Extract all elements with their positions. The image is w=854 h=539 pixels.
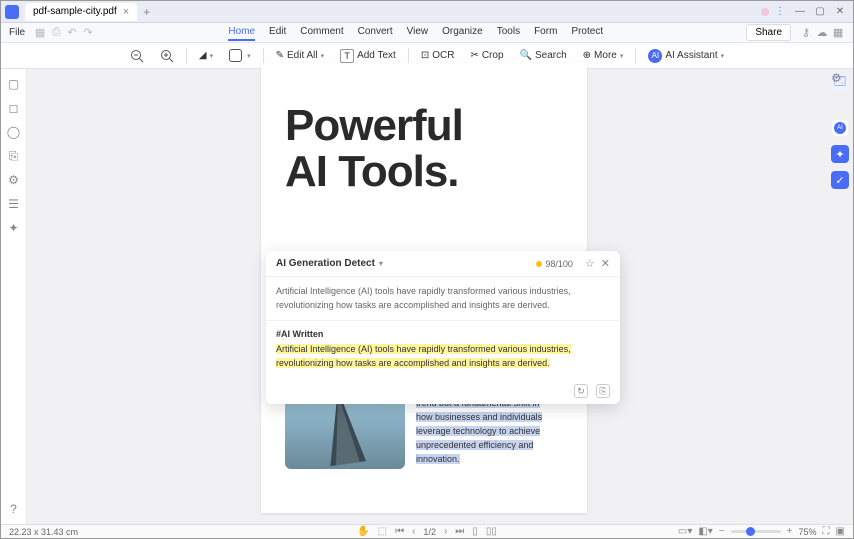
tab-home[interactable]: Home — [228, 24, 255, 41]
statusbar: 22.23 x 31.43 cm ✋ ⬚ ⏮ ‹ 1/2 › ⏭ ▯ ▯▯ ▭▾… — [1, 524, 853, 538]
app-icon — [5, 5, 19, 19]
page-nav: ✋ ⬚ ⏮ ‹ 1/2 › ⏭ ▯ ▯▯ — [357, 526, 497, 537]
ai-detect-popup: AI Generation Detect ▾ 98/100 ☆ ✕ Artifi… — [266, 251, 620, 404]
menubar: File ▦ ⎙ ↶ ↷ Home Edit Comment Convert V… — [1, 23, 853, 43]
popup-summary: Artificial Intelligence (AI) tools have … — [266, 277, 620, 321]
crop-button[interactable]: ✂ Crop — [466, 48, 507, 63]
tab-convert[interactable]: Convert — [358, 24, 393, 41]
window-controls: ⋮ — ▢ ✕ — [761, 3, 849, 21]
apps-icon[interactable]: ▦ — [831, 26, 845, 40]
tab-form[interactable]: Form — [534, 24, 557, 41]
panel-settings-icon[interactable]: ⚙ — [831, 71, 845, 85]
zoom-controls: ▭▾ ◧▾ − + 75% ⛶ ▣ — [678, 526, 845, 537]
fullscreen-icon[interactable]: ⛶ — [823, 526, 830, 537]
ai-written-label: #AI Written — [276, 329, 610, 339]
score-indicator-icon — [536, 261, 542, 267]
more-menu-button[interactable]: ⋮ — [771, 3, 789, 21]
fit-width-icon[interactable]: ◧▾ — [698, 526, 712, 537]
comments-icon[interactable]: ◯ — [7, 125, 21, 139]
accent-dot-icon — [761, 8, 769, 16]
more-button[interactable]: ⊕ More▾ — [579, 48, 628, 63]
print-icon[interactable]: ⎙ — [49, 26, 63, 40]
zoom-out-button[interactable] — [126, 47, 148, 65]
ai-written-text: Artificial Intelligence (AI) tools have … — [276, 344, 571, 368]
document-heading: Powerful AI Tools. — [285, 103, 463, 195]
hand-tool-icon[interactable]: ✋ — [357, 526, 369, 537]
layers-icon[interactable]: ☰ — [7, 197, 21, 211]
popup-ai-written-section: #AI Written Artificial Intelligence (AI)… — [266, 321, 620, 378]
maximize-button[interactable]: ▢ — [811, 3, 829, 21]
document-tab[interactable]: pdf-sample-city.pdf × — [25, 3, 137, 21]
file-menu[interactable]: File — [9, 27, 25, 38]
close-tab-icon[interactable]: × — [123, 6, 129, 18]
help-icon[interactable]: ? — [7, 502, 21, 516]
popup-header: AI Generation Detect ▾ 98/100 ☆ ✕ — [266, 251, 620, 277]
read-mode-icon[interactable]: ▭▾ — [678, 526, 692, 537]
left-sidebar: ▢ ◻ ◯ ⎘ ⚙ ☰ ✦ ? — [1, 69, 27, 524]
menu-tabs: Home Edit Comment Convert View Organize … — [228, 24, 603, 41]
tab-edit[interactable]: Edit — [269, 24, 286, 41]
ai-tool-icon[interactable]: ✦ — [831, 145, 849, 163]
zoom-slider[interactable] — [731, 530, 781, 533]
thumbnails-icon[interactable]: ▢ — [7, 77, 21, 91]
select-tool-icon[interactable]: ⬚ — [378, 526, 387, 537]
current-page[interactable]: 1/2 — [423, 527, 436, 537]
ai-check-icon[interactable]: ✓ — [831, 171, 849, 189]
zoom-in-button[interactable] — [156, 47, 178, 65]
save-icon[interactable]: ▦ — [33, 26, 47, 40]
share-graph-icon[interactable]: ⚷ — [799, 26, 813, 40]
ai-icon: AI — [648, 49, 662, 63]
tab-protect[interactable]: Protect — [571, 24, 603, 41]
links-icon[interactable]: ⚙ — [7, 173, 21, 187]
cloud-icon[interactable]: ☁ — [815, 26, 829, 40]
tab-organize[interactable]: Organize — [442, 24, 483, 41]
tab-tools[interactable]: Tools — [497, 24, 520, 41]
highlighter-button[interactable]: ◢▾ — [195, 48, 217, 63]
shape-button[interactable]: ▾ — [225, 47, 255, 64]
zoom-level: 75% — [799, 527, 817, 537]
share-button[interactable]: Share — [746, 24, 791, 41]
ai-panel-icon[interactable]: AI — [831, 119, 849, 137]
pin-icon[interactable]: ☆ — [585, 257, 595, 270]
last-page-icon[interactable]: ⏭ — [455, 526, 464, 537]
add-text-button[interactable]: T Add Text — [336, 47, 400, 65]
zoom-out-icon[interactable]: − — [719, 526, 725, 537]
first-page-icon[interactable]: ⏮ — [395, 526, 404, 537]
tab-view[interactable]: View — [407, 24, 429, 41]
close-window-button[interactable]: ✕ — [831, 3, 849, 21]
attachments-icon[interactable]: ⎘ — [7, 149, 21, 163]
tab-comment[interactable]: Comment — [300, 24, 343, 41]
zoom-in-icon[interactable]: + — [787, 526, 793, 537]
popup-dropdown-icon[interactable]: ▾ — [379, 259, 383, 268]
new-tab-button[interactable]: + — [143, 5, 150, 19]
minimize-button[interactable]: — — [791, 3, 809, 21]
bookmarks-icon[interactable]: ◻ — [7, 101, 21, 115]
refresh-icon[interactable]: ↻ — [574, 384, 588, 398]
redo-icon[interactable]: ↷ — [81, 26, 95, 40]
ocr-button[interactable]: ⊡ OCR — [417, 48, 459, 63]
popup-footer: ↻ ⎘ — [266, 378, 620, 404]
view-double-icon[interactable]: ▯▯ — [486, 526, 497, 537]
stamps-icon[interactable]: ✦ — [7, 221, 21, 235]
titlebar: pdf-sample-city.pdf × + ⋮ — ▢ ✕ — [1, 1, 853, 23]
page-dimensions: 22.23 x 31.43 cm — [9, 527, 78, 537]
close-popup-icon[interactable]: ✕ — [601, 257, 610, 270]
copy-icon[interactable]: ⎘ — [596, 384, 610, 398]
zoom-thumb[interactable] — [746, 527, 755, 536]
ai-assistant-button[interactable]: AI AI Assistant▾ — [644, 47, 728, 65]
right-sidebar: 🗔 AI ✦ ✓ — [827, 69, 853, 524]
edit-all-button[interactable]: ✎ Edit All▾ — [272, 48, 328, 63]
ai-score: 98/100 — [536, 259, 573, 269]
search-button[interactable]: 🔍 Search — [516, 48, 571, 63]
view-single-icon[interactable]: ▯ — [472, 526, 478, 537]
prev-page-icon[interactable]: ‹ — [412, 526, 415, 537]
fit-page-icon[interactable]: ▣ — [836, 526, 845, 537]
popup-title: AI Generation Detect — [276, 258, 375, 269]
tab-filename: pdf-sample-city.pdf — [33, 6, 117, 17]
undo-icon[interactable]: ↶ — [65, 26, 79, 40]
next-page-icon[interactable]: › — [444, 526, 447, 537]
